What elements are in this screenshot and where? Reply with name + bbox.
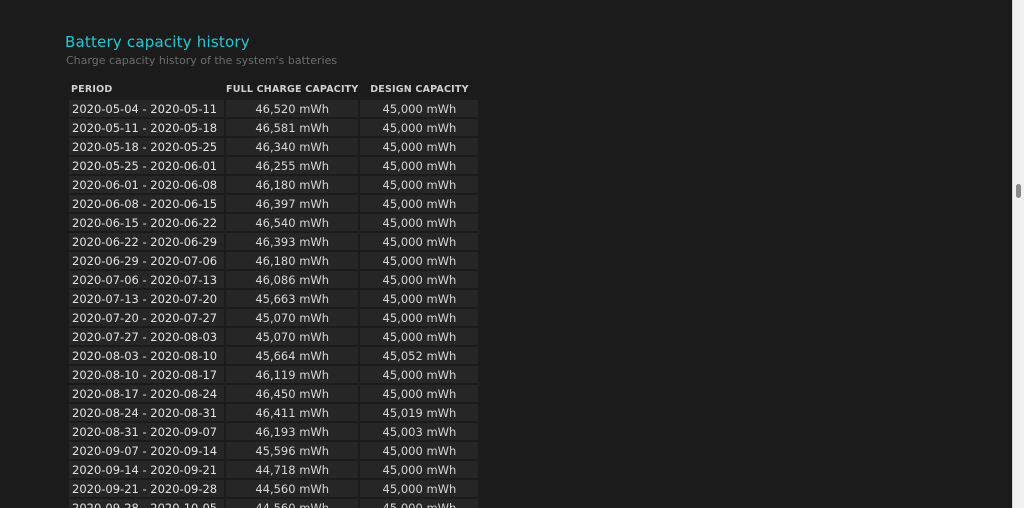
section-title: Battery capacity history (65, 33, 250, 51)
table-row: 2020-09-07 - 2020-09-14 45,596 mWh 45,000 … (69, 442, 479, 459)
table-row: 2020-05-11 - 2020-05-18 46,581 mWh 45,000 … (69, 119, 479, 136)
period-cell: 2020-09-07 - 2020-09-14 (69, 442, 224, 459)
period-cell: 2020-06-22 - 2020-06-29 (69, 233, 224, 250)
period-cell: 2020-07-13 - 2020-07-20 (69, 290, 224, 307)
design-capacity-cell: 45,000 mWh (360, 499, 479, 508)
table-row: 2020-06-01 - 2020-06-08 46,180 mWh 45,000 … (69, 176, 479, 193)
table-body: 2020-05-04 - 2020-05-11 46,520 mWh 45,000 … (69, 100, 479, 508)
full-charge-capacity-cell: 46,255 mWh (226, 157, 359, 174)
full-charge-capacity-cell: 46,086 mWh (226, 271, 359, 288)
full-charge-capacity-cell: 45,663 mWh (226, 290, 359, 307)
design-capacity-cell: 45,000 mWh (360, 195, 479, 212)
design-capacity-cell: 45,000 mWh (360, 138, 479, 155)
design-capacity-cell: 45,000 mWh (360, 461, 479, 478)
period-cell: 2020-05-25 - 2020-06-01 (69, 157, 224, 174)
period-cell: 2020-09-21 - 2020-09-28 (69, 480, 224, 497)
table-row: 2020-08-17 - 2020-08-24 46,450 mWh 45,000 … (69, 385, 479, 402)
design-capacity-cell: 45,000 mWh (360, 442, 479, 459)
table-row: 2020-07-06 - 2020-07-13 46,086 mWh 45,000 … (69, 271, 479, 288)
full-charge-capacity-cell: 46,119 mWh (226, 366, 359, 383)
design-capacity-cell: 45,000 mWh (360, 366, 479, 383)
vertical-scrollbar[interactable] (1012, 0, 1024, 508)
period-cell: 2020-06-01 - 2020-06-08 (69, 176, 224, 193)
full-charge-capacity-cell: 46,411 mWh (226, 404, 359, 421)
full-charge-capacity-cell: 46,180 mWh (226, 252, 359, 269)
table-row: 2020-05-04 - 2020-05-11 46,520 mWh 45,000 … (69, 100, 479, 117)
full-charge-capacity-cell: 46,581 mWh (226, 119, 359, 136)
table-row: 2020-07-20 - 2020-07-27 45,070 mWh 45,000 … (69, 309, 479, 326)
design-capacity-cell: 45,000 mWh (360, 119, 479, 136)
design-capacity-cell: 45,000 mWh (360, 157, 479, 174)
full-charge-capacity-cell: 46,193 mWh (226, 423, 359, 440)
table-header-row: PERIOD FULL CHARGE CAPACITY DESIGN CAPAC… (69, 81, 478, 98)
full-charge-capacity-cell: 45,664 mWh (226, 347, 359, 364)
full-charge-capacity-cell: 45,070 mWh (226, 328, 359, 345)
period-cell: 2020-09-14 - 2020-09-21 (69, 461, 224, 478)
full-charge-capacity-cell: 44,560 mWh (226, 480, 359, 497)
section-subtitle: Charge capacity history of the system's … (66, 54, 338, 67)
period-cell: 2020-07-06 - 2020-07-13 (69, 271, 224, 288)
period-cell: 2020-08-10 - 2020-08-17 (69, 366, 224, 383)
design-capacity-cell: 45,000 mWh (360, 252, 479, 269)
table-row: 2020-06-29 - 2020-07-06 46,180 mWh 45,000 … (69, 252, 479, 269)
design-capacity-cell: 45,052 mWh (360, 347, 479, 364)
column-header-design-capacity: DESIGN CAPACITY (370, 84, 469, 95)
table-row: 2020-08-03 - 2020-08-10 45,664 mWh 45,052 … (69, 347, 479, 364)
design-capacity-cell: 45,000 mWh (360, 480, 479, 497)
design-capacity-cell: 45,003 mWh (360, 423, 479, 440)
full-charge-capacity-cell: 44,560 mWh (226, 499, 359, 508)
design-capacity-cell: 45,000 mWh (360, 328, 479, 345)
design-capacity-cell: 45,000 mWh (360, 290, 479, 307)
column-header-full-charge-capacity: FULL CHARGE CAPACITY (226, 84, 359, 95)
design-capacity-cell: 45,000 mWh (360, 385, 479, 402)
full-charge-capacity-cell: 45,596 mWh (226, 442, 359, 459)
design-capacity-cell: 45,019 mWh (360, 404, 479, 421)
full-charge-capacity-cell: 46,540 mWh (226, 214, 359, 231)
period-cell: 2020-06-15 - 2020-06-22 (69, 214, 224, 231)
column-header-period: PERIOD (71, 84, 113, 95)
full-charge-capacity-cell: 46,450 mWh (226, 385, 359, 402)
table-row: 2020-06-15 - 2020-06-22 46,540 mWh 45,000 … (69, 214, 479, 231)
table-row: 2020-08-10 - 2020-08-17 46,119 mWh 45,000 … (69, 366, 479, 383)
scrollbar-thumb[interactable] (1016, 184, 1021, 198)
table-row: 2020-07-13 - 2020-07-20 45,663 mWh 45,000 … (69, 290, 479, 307)
full-charge-capacity-cell: 45,070 mWh (226, 309, 359, 326)
battery-report-page: Battery capacity history Charge capacity… (0, 0, 1012, 508)
period-cell: 2020-08-31 - 2020-09-07 (69, 423, 224, 440)
table-row: 2020-09-28 - 2020-10-05 44,560 mWh 45,000 … (69, 499, 479, 508)
table-row: 2020-05-25 - 2020-06-01 46,255 mWh 45,000 … (69, 157, 479, 174)
full-charge-capacity-cell: 46,393 mWh (226, 233, 359, 250)
table-row: 2020-06-08 - 2020-06-15 46,397 mWh 45,000 … (69, 195, 479, 212)
period-cell: 2020-06-08 - 2020-06-15 (69, 195, 224, 212)
design-capacity-cell: 45,000 mWh (360, 309, 479, 326)
period-cell: 2020-08-17 - 2020-08-24 (69, 385, 224, 402)
battery-capacity-table: PERIOD FULL CHARGE CAPACITY DESIGN CAPAC… (67, 79, 480, 508)
table-row: 2020-08-24 - 2020-08-31 46,411 mWh 45,019 … (69, 404, 479, 421)
period-cell: 2020-05-18 - 2020-05-25 (69, 138, 224, 155)
period-cell: 2020-05-04 - 2020-05-11 (69, 100, 224, 117)
full-charge-capacity-cell: 46,397 mWh (226, 195, 359, 212)
table-row: 2020-09-21 - 2020-09-28 44,560 mWh 45,000 … (69, 480, 479, 497)
period-cell: 2020-07-20 - 2020-07-27 (69, 309, 224, 326)
design-capacity-cell: 45,000 mWh (360, 233, 479, 250)
period-cell: 2020-09-28 - 2020-10-05 (69, 499, 224, 508)
full-charge-capacity-cell: 44,718 mWh (226, 461, 359, 478)
table-row: 2020-07-27 - 2020-08-03 45,070 mWh 45,000 … (69, 328, 479, 345)
period-cell: 2020-05-11 - 2020-05-18 (69, 119, 224, 136)
full-charge-capacity-cell: 46,180 mWh (226, 176, 359, 193)
table-row: 2020-08-31 - 2020-09-07 46,193 mWh 45,003 … (69, 423, 479, 440)
period-cell: 2020-07-27 - 2020-08-03 (69, 328, 224, 345)
design-capacity-cell: 45,000 mWh (360, 100, 479, 117)
table-row: 2020-09-14 - 2020-09-21 44,718 mWh 45,000 … (69, 461, 479, 478)
design-capacity-cell: 45,000 mWh (360, 176, 479, 193)
full-charge-capacity-cell: 46,340 mWh (226, 138, 359, 155)
full-charge-capacity-cell: 46,520 mWh (226, 100, 359, 117)
table-row: 2020-06-22 - 2020-06-29 46,393 mWh 45,000 … (69, 233, 479, 250)
period-cell: 2020-08-24 - 2020-08-31 (69, 404, 224, 421)
design-capacity-cell: 45,000 mWh (360, 214, 479, 231)
period-cell: 2020-06-29 - 2020-07-06 (69, 252, 224, 269)
table-row: 2020-05-18 - 2020-05-25 46,340 mWh 45,000 … (69, 138, 479, 155)
design-capacity-cell: 45,000 mWh (360, 271, 479, 288)
period-cell: 2020-08-03 - 2020-08-10 (69, 347, 224, 364)
